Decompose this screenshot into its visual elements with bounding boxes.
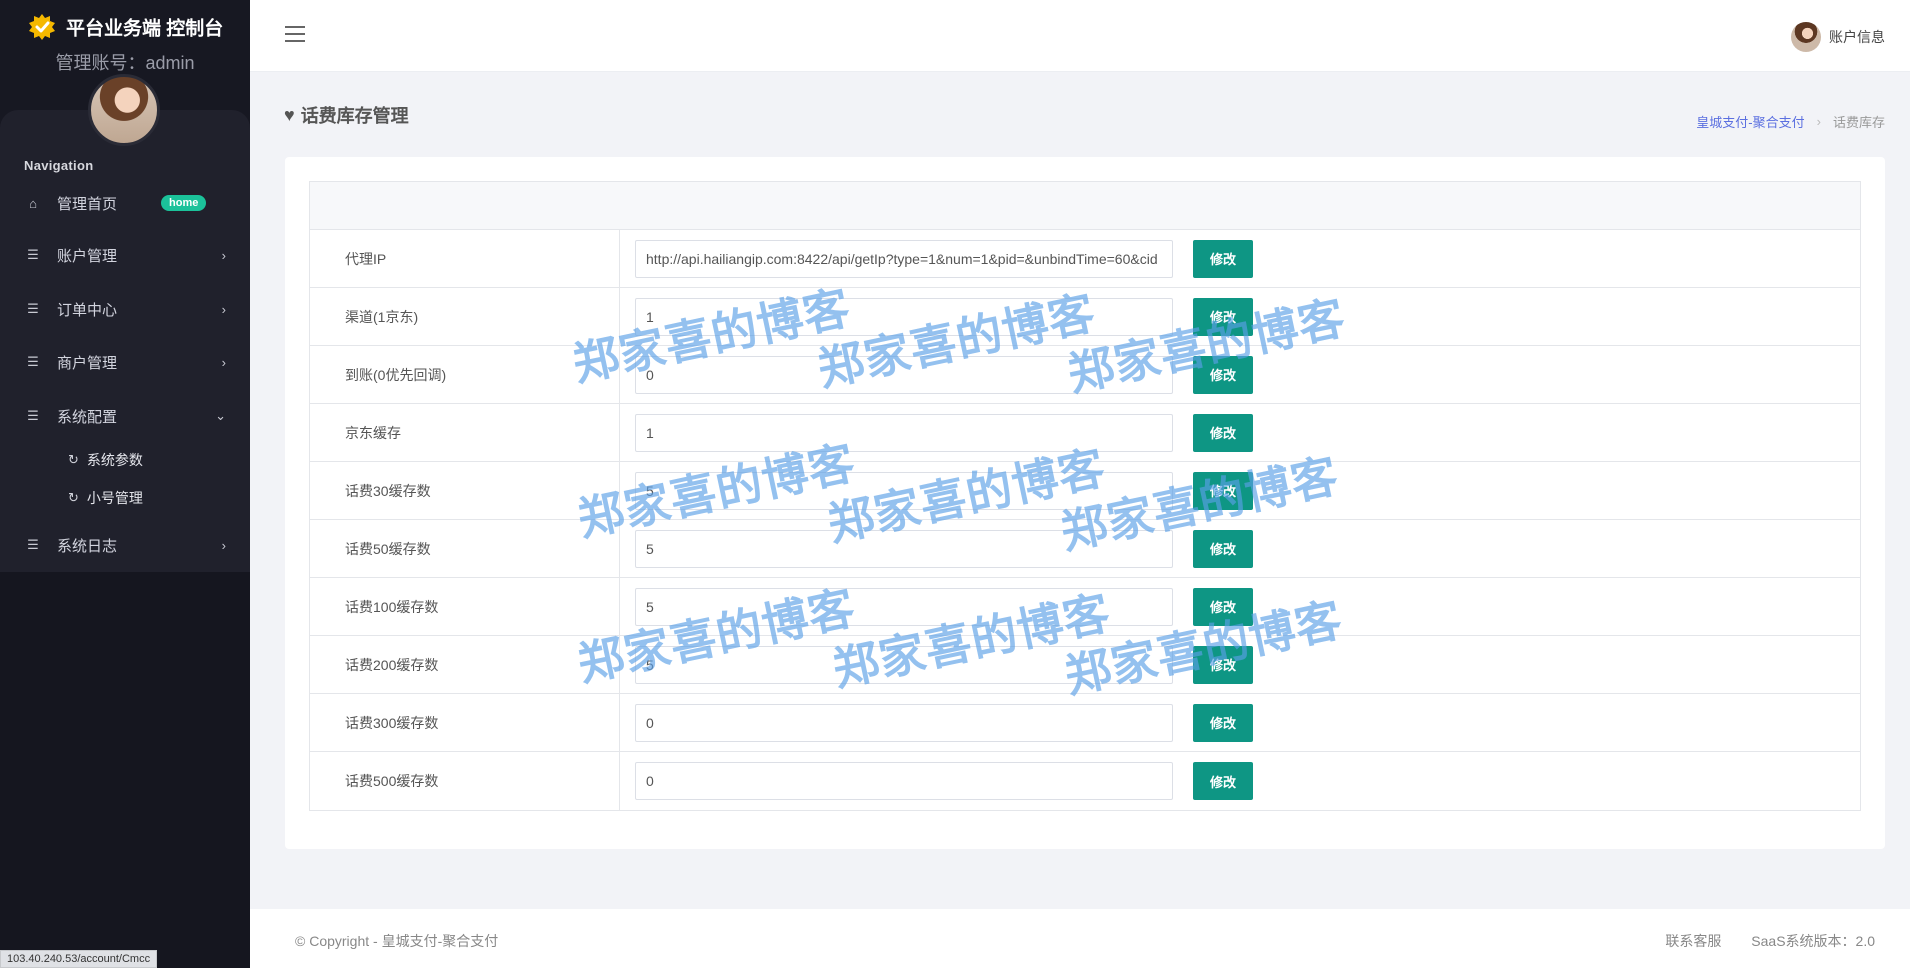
- brand[interactable]: 平台业务端 控制台: [0, 12, 250, 42]
- sidebar-item-label: 系统日志: [57, 537, 118, 555]
- breadcrumb-current: 话费库存: [1832, 115, 1885, 130]
- cache-50-input[interactable]: [635, 529, 1173, 568]
- modify-button[interactable]: 修改: [1193, 703, 1253, 742]
- table-row: 京东缓存 修改: [310, 404, 1860, 462]
- chevron-down-icon: ⌄: [215, 408, 226, 423]
- table-header: [310, 182, 1860, 230]
- modify-button[interactable]: 修改: [1193, 297, 1253, 336]
- list-icon: ☰: [27, 354, 39, 369]
- heart-icon: ♥: [284, 104, 295, 125]
- cache-500-input[interactable]: [635, 762, 1173, 800]
- gear-logo-icon: [28, 14, 55, 40]
- chevron-right-icon: ›: [221, 301, 226, 317]
- sync-icon: ↻: [68, 452, 79, 467]
- sidebar-item-label: 订单中心: [57, 301, 118, 319]
- table-row: 话费50缓存数 修改: [310, 520, 1860, 578]
- sidebar-item-label: 账户管理: [57, 247, 118, 265]
- modify-button[interactable]: 修改: [1193, 762, 1253, 800]
- table-row: 话费100缓存数 修改: [310, 578, 1860, 636]
- row-label: 到账(0优先回调): [310, 346, 620, 403]
- row-label: 话费200缓存数: [310, 636, 620, 693]
- row-label: 渠道(1京东): [310, 288, 620, 345]
- content-card: 代理IP 修改 渠道(1京东) 修改 到账(0优先回调) 修改 京东缓存 修改 …: [285, 157, 1885, 849]
- settings-table: 代理IP 修改 渠道(1京东) 修改 到账(0优先回调) 修改 京东缓存 修改 …: [309, 181, 1861, 811]
- sidebar-item-orders[interactable]: ☰ 订单中心 ›: [0, 289, 250, 329]
- sidebar-subitem-system-params[interactable]: ↻ 系统参数: [0, 444, 250, 476]
- row-label: 京东缓存: [310, 404, 620, 461]
- admin-avatar: [88, 74, 160, 146]
- account-info[interactable]: 账户信息: [1791, 22, 1885, 52]
- breadcrumb-root-link[interactable]: 皇城支付-聚合支付: [1696, 112, 1804, 131]
- breadcrumb: 皇城支付-聚合支付 › 话费库存: [1696, 112, 1885, 131]
- table-row: 话费500缓存数 修改: [310, 752, 1860, 810]
- sidebar-subitem-label: 小号管理: [86, 490, 143, 506]
- sidebar-item-system-config[interactable]: ☰ 系统配置 ⌄: [0, 396, 250, 436]
- row-label: 话费30缓存数: [310, 462, 620, 519]
- table-row: 到账(0优先回调) 修改: [310, 346, 1860, 404]
- chevron-right-icon: ›: [221, 537, 226, 553]
- row-label: 话费50缓存数: [310, 520, 620, 577]
- modify-button[interactable]: 修改: [1193, 413, 1253, 452]
- footer-right: 联系客服 SaaS系统版本：2.0: [1639, 931, 1875, 951]
- sidebar-item-label: 管理首页: [57, 195, 118, 213]
- home-icon: ⌂: [29, 195, 37, 211]
- modify-button[interactable]: 修改: [1193, 239, 1253, 278]
- sync-icon: ↻: [68, 490, 79, 505]
- list-icon: ☰: [27, 301, 39, 316]
- admin-account: 管理账号：admin: [55, 53, 195, 73]
- copyright: © Copyright - 皇城支付-聚合支付: [295, 933, 499, 949]
- table-row: 话费200缓存数 修改: [310, 636, 1860, 694]
- page-title-text: 话费库存管理: [300, 106, 409, 126]
- status-url: 103.40.240.53/account/Cmcc: [0, 950, 158, 968]
- account-info-label: 账户信息: [1829, 29, 1885, 45]
- chevron-right-icon: ›: [221, 354, 226, 370]
- user-avatar: [1791, 22, 1821, 52]
- sidebar-subitem-sub-accounts[interactable]: ↻ 小号管理: [0, 482, 250, 514]
- sidebar: 平台业务端 控制台 管理账号：admin Navigation ⌂ 管理首页 h…: [0, 0, 250, 968]
- brand-title: 平台业务端 控制台: [66, 18, 224, 40]
- sidebar-item-home[interactable]: ⌂ 管理首页 home: [0, 183, 250, 223]
- proxy-ip-input[interactable]: [635, 239, 1173, 278]
- list-icon: ☰: [27, 537, 39, 552]
- modify-button[interactable]: 修改: [1193, 355, 1253, 394]
- sidebar-item-accounts[interactable]: ☰ 账户管理 ›: [0, 235, 250, 275]
- top-header: 账户信息: [250, 0, 1910, 72]
- row-label: 代理IP: [310, 230, 620, 287]
- cache-30-input[interactable]: [635, 471, 1173, 510]
- sidebar-subitem-label: 系统参数: [86, 452, 143, 468]
- cache-200-input[interactable]: [635, 645, 1173, 684]
- breadcrumb-separator: ›: [1816, 114, 1821, 129]
- nav-title: Navigation: [24, 158, 94, 173]
- list-icon: ☰: [27, 247, 39, 262]
- arrival-input[interactable]: [635, 355, 1173, 394]
- sidebar-item-merchants[interactable]: ☰ 商户管理 ›: [0, 342, 250, 382]
- table-row: 渠道(1京东) 修改: [310, 288, 1860, 346]
- modify-button[interactable]: 修改: [1193, 587, 1253, 626]
- hamburger-menu-icon[interactable]: [285, 26, 305, 44]
- row-label: 话费500缓存数: [310, 752, 620, 810]
- cache-100-input[interactable]: [635, 587, 1173, 626]
- page-title: ♥ 话费库存管理: [284, 102, 409, 128]
- table-row: 话费300缓存数 修改: [310, 694, 1860, 752]
- modify-button[interactable]: 修改: [1193, 645, 1253, 684]
- table-row: 代理IP 修改: [310, 230, 1860, 288]
- row-label: 话费100缓存数: [310, 578, 620, 635]
- table-row: 话费30缓存数 修改: [310, 462, 1860, 520]
- version-label: SaaS系统版本：2.0: [1751, 933, 1875, 949]
- footer: © Copyright - 皇城支付-聚合支付 联系客服 SaaS系统版本：2.…: [250, 909, 1910, 968]
- row-label: 话费300缓存数: [310, 694, 620, 751]
- jd-cache-input[interactable]: [635, 413, 1173, 452]
- cache-300-input[interactable]: [635, 703, 1173, 742]
- chevron-right-icon: ›: [221, 247, 226, 263]
- home-badge: home: [161, 195, 207, 211]
- channel-input[interactable]: [635, 297, 1173, 336]
- sidebar-item-label: 商户管理: [57, 354, 118, 372]
- sidebar-item-system-logs[interactable]: ☰ 系统日志 ›: [0, 525, 250, 565]
- contact-support-link[interactable]: 联系客服: [1665, 933, 1721, 949]
- modify-button[interactable]: 修改: [1193, 529, 1253, 568]
- list-icon: ☰: [27, 408, 39, 423]
- sidebar-item-label: 系统配置: [57, 408, 118, 426]
- modify-button[interactable]: 修改: [1193, 471, 1253, 510]
